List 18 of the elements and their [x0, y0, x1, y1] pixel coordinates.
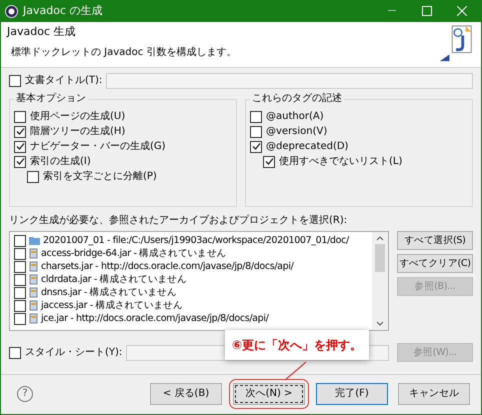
group-title: 基本オプション — [14, 93, 88, 105]
group-title: これらのタグの記述 — [250, 93, 344, 105]
header-title: Javadoc 生成 — [7, 25, 76, 38]
checkbox-label: ナビゲーター・バーの生成(G) — [30, 140, 166, 152]
checkbox-label: 索引を文字ごとに分離(P) — [43, 170, 157, 182]
checkbox-label: @deprecated(D) — [266, 140, 348, 152]
links-label: リンク生成が必要な、参照されたアーカイブおよびプロジェクトを選択(R): — [9, 215, 348, 227]
checkbox-label: 階層ツリーの生成(H) — [30, 126, 126, 138]
checkbox-label: 文書タイトル(T): — [25, 75, 102, 87]
checkbox-label: スタイル・シート(Y): — [25, 346, 122, 358]
window-title: Javadoc の生成 — [23, 4, 102, 18]
checkbox-label: @author(A) — [266, 110, 324, 122]
checkbox-label: 索引の生成(I) — [30, 156, 91, 168]
checkbox-label: @version(V) — [266, 126, 328, 138]
instruction-tooltip: ⑥更に「次へ」を押す。 — [225, 330, 369, 360]
checkbox-label: 使用ページの生成(U) — [30, 110, 126, 122]
checkbox-label: 使用すべきでないリスト(L) — [279, 156, 402, 168]
header-description: 標準ドックレットの Javadoc 引数を構成します。 — [10, 47, 236, 60]
